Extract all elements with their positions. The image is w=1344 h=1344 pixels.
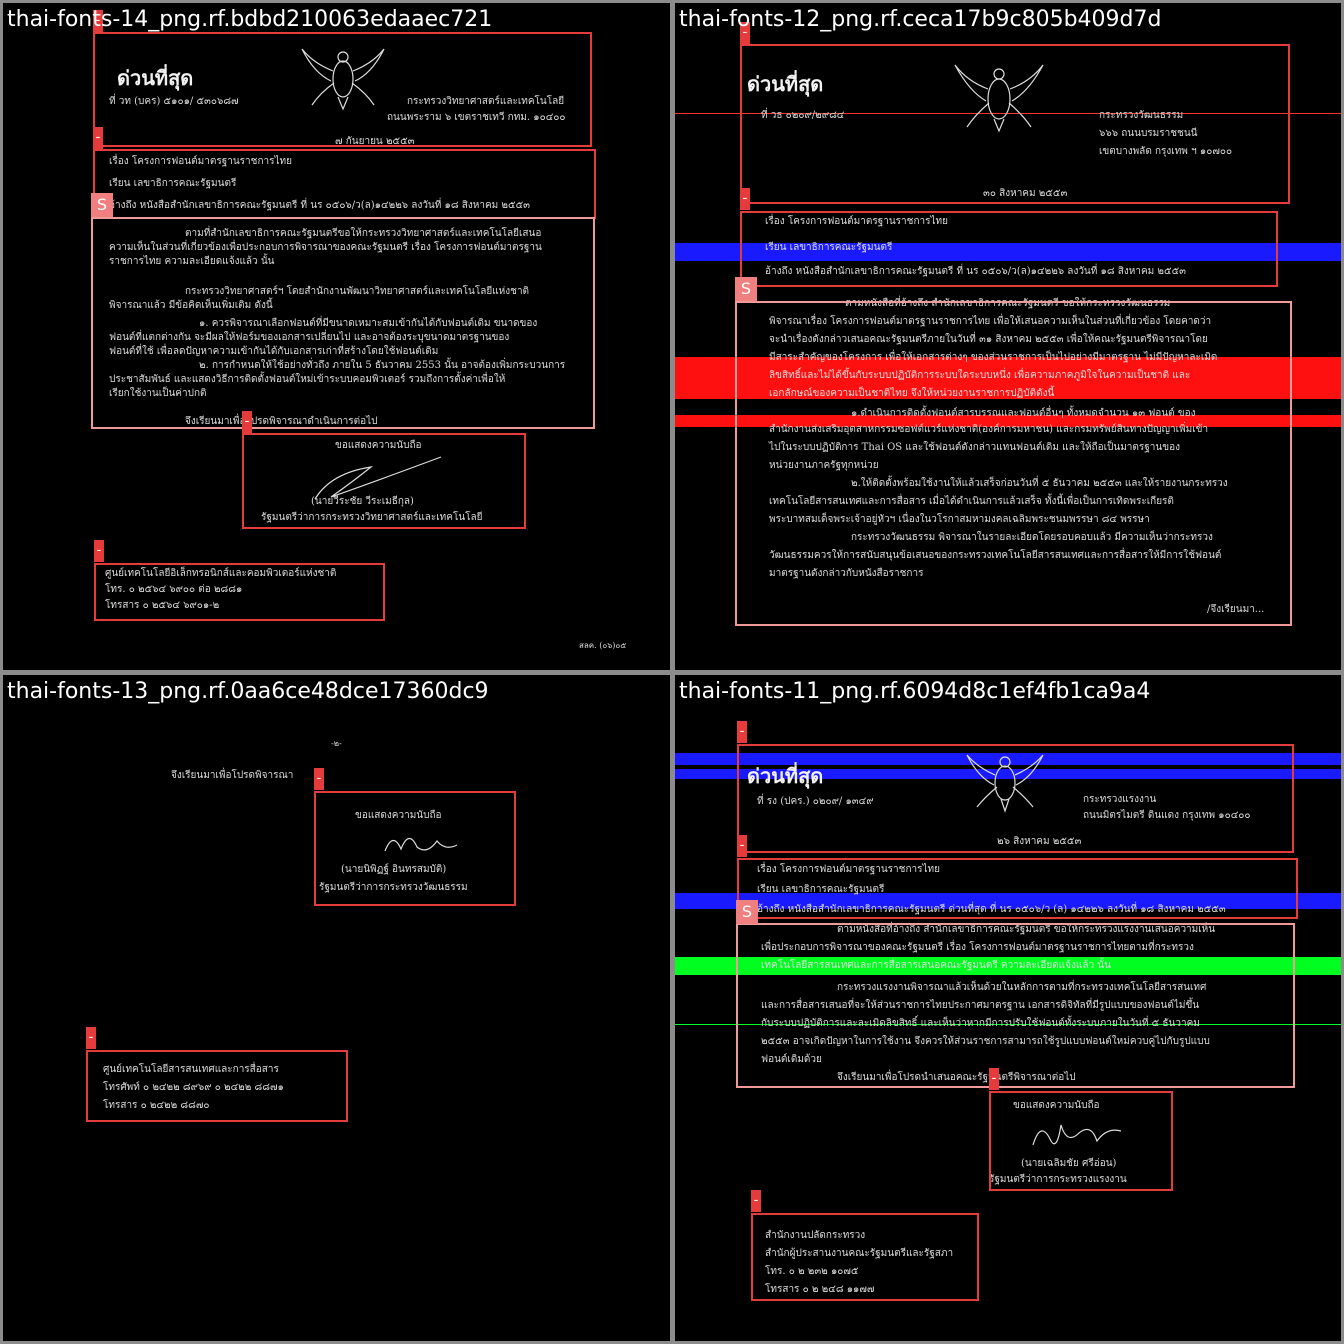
annotation-box-subject — [93, 149, 596, 219]
panel-bottom-right: thai-fonts-11_png.rf.6094d8c1ef4fb1ca9a4… — [675, 675, 1341, 1341]
annotation-tag: - — [751, 1190, 761, 1212]
annotation-box-body — [736, 923, 1295, 1088]
annotation-tag-s: S — [736, 900, 758, 924]
body-line: จึงเรียนมาเพื่อโปรดพิจารณา — [171, 770, 294, 781]
annotation-box-contact — [86, 1050, 348, 1122]
annotation-box-body — [735, 301, 1292, 626]
annotation-tag: - — [314, 768, 324, 790]
annotation-box-header — [93, 32, 592, 147]
annotation-box-subject — [740, 211, 1278, 287]
annotation-tag: - — [989, 1068, 999, 1090]
annotation-box-subject — [737, 858, 1298, 919]
annotation-tag: - — [737, 835, 747, 857]
annotation-tag: - — [93, 127, 103, 149]
annotation-box-header — [737, 744, 1294, 853]
annotation-box-contact — [751, 1213, 979, 1301]
panel-top-left: thai-fonts-14_png.rf.bdbd210063edaaec721… — [3, 3, 670, 670]
annotation-box-body — [91, 217, 595, 429]
annotation-box-signature — [314, 791, 516, 906]
annotation-tag-s: S — [735, 277, 757, 301]
annotation-box-contact — [94, 563, 385, 621]
annotation-tag: - — [242, 411, 252, 433]
panel-title: thai-fonts-13_png.rf.0aa6ce48dce17360dc9 — [7, 679, 489, 704]
annotation-tag: - — [740, 188, 750, 210]
panel-title: thai-fonts-11_png.rf.6094d8c1ef4fb1ca9a4 — [679, 679, 1151, 704]
panel-title: thai-fonts-12_png.rf.ceca17b9c805b409d7d — [679, 7, 1162, 32]
document-page: -๒- จึงเรียนมาเพื่อโปรดพิจารณา ขอแสดงควา… — [15, 683, 659, 1331]
page-number: -๒- — [331, 739, 342, 748]
footer-code: สลค. (๐๖)๐๕ — [579, 641, 627, 650]
annotation-box-header — [740, 44, 1290, 204]
annotation-tag: - — [94, 540, 104, 562]
panel-title: thai-fonts-14_png.rf.bdbd210063edaaec721 — [7, 7, 493, 32]
annotation-tag: - — [86, 1027, 96, 1049]
annotation-box-signature — [989, 1091, 1173, 1191]
panel-top-right: thai-fonts-12_png.rf.ceca17b9c805b409d7d… — [675, 3, 1341, 670]
panel-bottom-left: thai-fonts-13_png.rf.0aa6ce48dce17360dc9… — [3, 675, 670, 1341]
annotation-tag: - — [737, 721, 747, 743]
annotation-tag-s: S — [91, 193, 113, 217]
annotation-box-signature — [242, 433, 526, 529]
